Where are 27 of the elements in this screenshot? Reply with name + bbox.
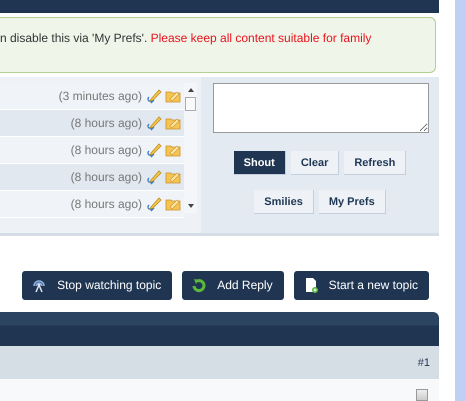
post-select-checkbox[interactable]: [416, 389, 428, 401]
scroll-down-icon[interactable]: [186, 203, 194, 210]
pencil-icon[interactable]: [146, 169, 162, 186]
shout-button[interactable]: My Prefs: [318, 190, 386, 214]
pencil-icon[interactable]: [146, 115, 162, 132]
shout-button[interactable]: Smilies: [254, 190, 314, 214]
topic-action-button[interactable]: Stop watching topic: [22, 270, 172, 300]
pencil-icon[interactable]: [146, 88, 162, 104]
shout-button[interactable]: Shout: [234, 151, 286, 176]
scrollbar[interactable]: [184, 83, 197, 214]
post-number-link[interactable]: #1: [418, 356, 430, 369]
shout-time: (8 hours ago): [70, 116, 142, 130]
pencil-icon[interactable]: [146, 196, 162, 212]
shout-button[interactable]: Refresh: [344, 151, 406, 176]
notice-text: n disable this via 'My Prefs'. Please keep all content suitable for family: [0, 30, 372, 45]
refresh-icon: [191, 277, 208, 294]
shout-time: (8 hours ago): [70, 170, 142, 184]
shout-time: (3 minutes ago): [58, 89, 142, 104]
topic-action-button[interactable]: Start a new topic: [294, 270, 429, 300]
shout-button[interactable]: Clear: [290, 151, 340, 176]
topic-action-button[interactable]: Add Reply: [182, 270, 284, 300]
shout-input[interactable]: [213, 83, 429, 134]
scroll-thumb[interactable]: [185, 97, 196, 112]
shout-time: (8 hours ago): [70, 197, 142, 212]
scroll-up-icon[interactable]: [186, 87, 194, 94]
shout-time: (8 hours ago): [70, 143, 142, 158]
pencil-icon[interactable]: [146, 142, 162, 158]
